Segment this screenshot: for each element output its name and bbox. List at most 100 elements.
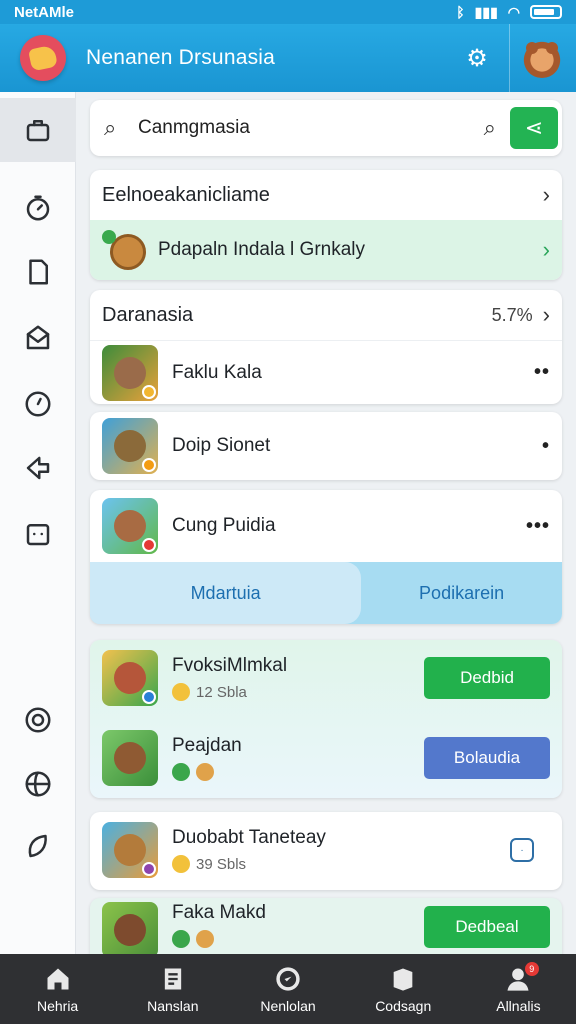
- select-checkbox[interactable]: ·: [510, 838, 534, 862]
- nav-label: Codsagn: [375, 997, 432, 1014]
- bluetooth-icon: ᛒ: [456, 4, 465, 20]
- wifi-icon: ◠: [507, 3, 520, 20]
- emoji-icon: [172, 683, 190, 701]
- app-logo[interactable]: [20, 35, 66, 81]
- emoji-icon: [172, 855, 190, 873]
- app-count: 12 Sbla: [196, 683, 247, 701]
- nav-item-profile[interactable]: 9 Allnalis: [461, 954, 576, 1024]
- nav-item-list[interactable]: Nanslan: [115, 954, 230, 1024]
- game-icon: [102, 418, 158, 474]
- globe-icon: [25, 771, 51, 797]
- navigation-icon: [26, 456, 50, 480]
- app-subtitle: [172, 930, 266, 948]
- featured-section: Eelnoeakanicliame › Pdapaln Indala l Grn…: [90, 170, 562, 280]
- sidebar-item-folder[interactable]: [0, 502, 76, 566]
- gear-icon[interactable]: ⚙: [457, 44, 497, 73]
- game-section-header[interactable]: Daranasia 5.7% ›: [90, 290, 562, 340]
- sidebar-item-mail[interactable]: [0, 306, 76, 370]
- list-item[interactable]: Doip Sionet •: [90, 412, 562, 480]
- game-icon: [102, 730, 158, 786]
- game-icon: [102, 902, 158, 958]
- bottom-nav: Nehria Nanslan Nenlolan Codsagn 9 Allnal…: [0, 954, 576, 1024]
- promo-text: Pdapaln Indala l Grnkaly: [158, 239, 366, 260]
- game-section: Daranasia 5.7% › Faklu Kala ••: [90, 290, 562, 404]
- app-name: Peajdan: [172, 735, 242, 756]
- mail-icon: [26, 325, 50, 350]
- nav-item-check[interactable]: Nenlolan: [230, 954, 345, 1024]
- sidebar: [0, 92, 76, 954]
- list-item[interactable]: Faklu Kala ••: [90, 340, 562, 404]
- game-icon: [102, 822, 158, 878]
- sidebar-item-globe[interactable]: [0, 752, 76, 816]
- app-subtitle: 12 Sbla: [172, 683, 287, 701]
- list-item[interactable]: FvoksiMlmkal 12 Sbla Dedbid: [90, 640, 562, 716]
- apps-card: FvoksiMlmkal 12 Sbla Dedbid Peajdan Bola…: [90, 640, 562, 798]
- more-options-icon[interactable]: •••: [526, 515, 550, 538]
- sidebar-item-leaf[interactable]: [0, 814, 76, 878]
- chevron-right-icon: ›: [542, 237, 550, 262]
- app-bar: Nenanen Drsunasia ⚙: [0, 24, 576, 92]
- list-item[interactable]: Faka Makd Dedbeal: [90, 898, 562, 958]
- tab-left[interactable]: Mdartuia: [90, 562, 362, 624]
- status-icons: ᛒ ▮▮▮ ◠: [456, 4, 562, 21]
- more-options-icon[interactable]: •: [542, 435, 550, 458]
- sidebar-item-timer[interactable]: [0, 176, 76, 240]
- action-button[interactable]: Dedbid: [424, 657, 550, 699]
- nav-item-box[interactable]: Codsagn: [346, 954, 461, 1024]
- leaf-icon: [172, 763, 190, 781]
- chevron-right-icon: ›: [542, 182, 550, 207]
- game-icon: [102, 650, 158, 706]
- search-input[interactable]: [138, 117, 468, 139]
- sidebar-item-target[interactable]: [0, 688, 76, 752]
- list-item[interactable]: Cung Puidia •••: [90, 490, 562, 562]
- notification-badge: 9: [524, 962, 539, 976]
- search-bar: ⌕ ⌕ ⋖: [90, 100, 562, 156]
- appbar-divider: [509, 24, 510, 92]
- app-name: Duobabt Taneteay: [172, 827, 326, 848]
- chevron-right-icon: ›: [542, 302, 550, 327]
- search-icon-right[interactable]: ⌕: [484, 115, 496, 141]
- signal-icon: ▮▮▮: [474, 3, 498, 20]
- compass-icon: [25, 391, 51, 417]
- sidebar-item-document[interactable]: [0, 240, 76, 304]
- nav-label: Nehria: [36, 997, 79, 1014]
- leaf-icon: [172, 930, 190, 948]
- app-row[interactable]: Duobabt Taneteay 39 Sbls ·: [90, 812, 562, 888]
- app-name: Faka Makd: [172, 902, 266, 923]
- list-item[interactable]: Peajdan Bolaudia: [90, 720, 562, 796]
- percent-label: 5.7%: [491, 304, 533, 325]
- search-icon: ⌕: [104, 115, 117, 140]
- app-subtitle: [172, 763, 242, 781]
- game-icon: [102, 344, 158, 401]
- featured-header[interactable]: Eelnoeakanicliame ›: [90, 170, 562, 220]
- document-icon: [29, 259, 48, 285]
- carrier-name: NetAMle: [14, 3, 75, 21]
- app-subtitle: 39 Sbls: [172, 855, 326, 873]
- share-button[interactable]: ⋖: [510, 107, 558, 149]
- target-icon: [25, 707, 51, 733]
- user-avatar[interactable]: [522, 38, 562, 78]
- action-button[interactable]: Bolaudia: [424, 737, 550, 779]
- promo-banner[interactable]: Pdapaln Indala l Grnkaly ›: [90, 220, 562, 280]
- app-row[interactable]: Faka Makd Dedbeal: [90, 898, 562, 958]
- box-icon: [393, 968, 413, 991]
- battery-icon: [530, 5, 562, 19]
- list-item[interactable]: Duobabt Taneteay 39 Sbls ·: [90, 812, 562, 890]
- more-options-icon[interactable]: ••: [534, 361, 550, 384]
- game-name: Cung Puidia: [172, 515, 276, 536]
- paw-icon: [196, 930, 214, 948]
- nav-label: Nenlolan: [260, 997, 316, 1014]
- nav-label: Nanslan: [147, 997, 199, 1014]
- status-bar: NetAMle ᛒ ▮▮▮ ◠: [0, 0, 576, 24]
- sidebar-item-home[interactable]: [0, 98, 76, 162]
- nav-item-home[interactable]: Nehria: [0, 954, 115, 1024]
- tab-right[interactable]: Podikarein: [361, 562, 562, 624]
- promo-mascot-icon: [102, 230, 148, 270]
- sidebar-item-compass[interactable]: [0, 372, 76, 436]
- sidebar-item-navigation[interactable]: [0, 436, 76, 500]
- paw-icon: [196, 763, 214, 781]
- game-name: Faklu Kala: [172, 361, 262, 383]
- segmented-control: Mdartuia Podikarein: [90, 562, 562, 624]
- game-card: Cung Puidia ••• Mdartuia Podikarein: [90, 490, 562, 624]
- action-button[interactable]: Dedbeal: [424, 906, 550, 948]
